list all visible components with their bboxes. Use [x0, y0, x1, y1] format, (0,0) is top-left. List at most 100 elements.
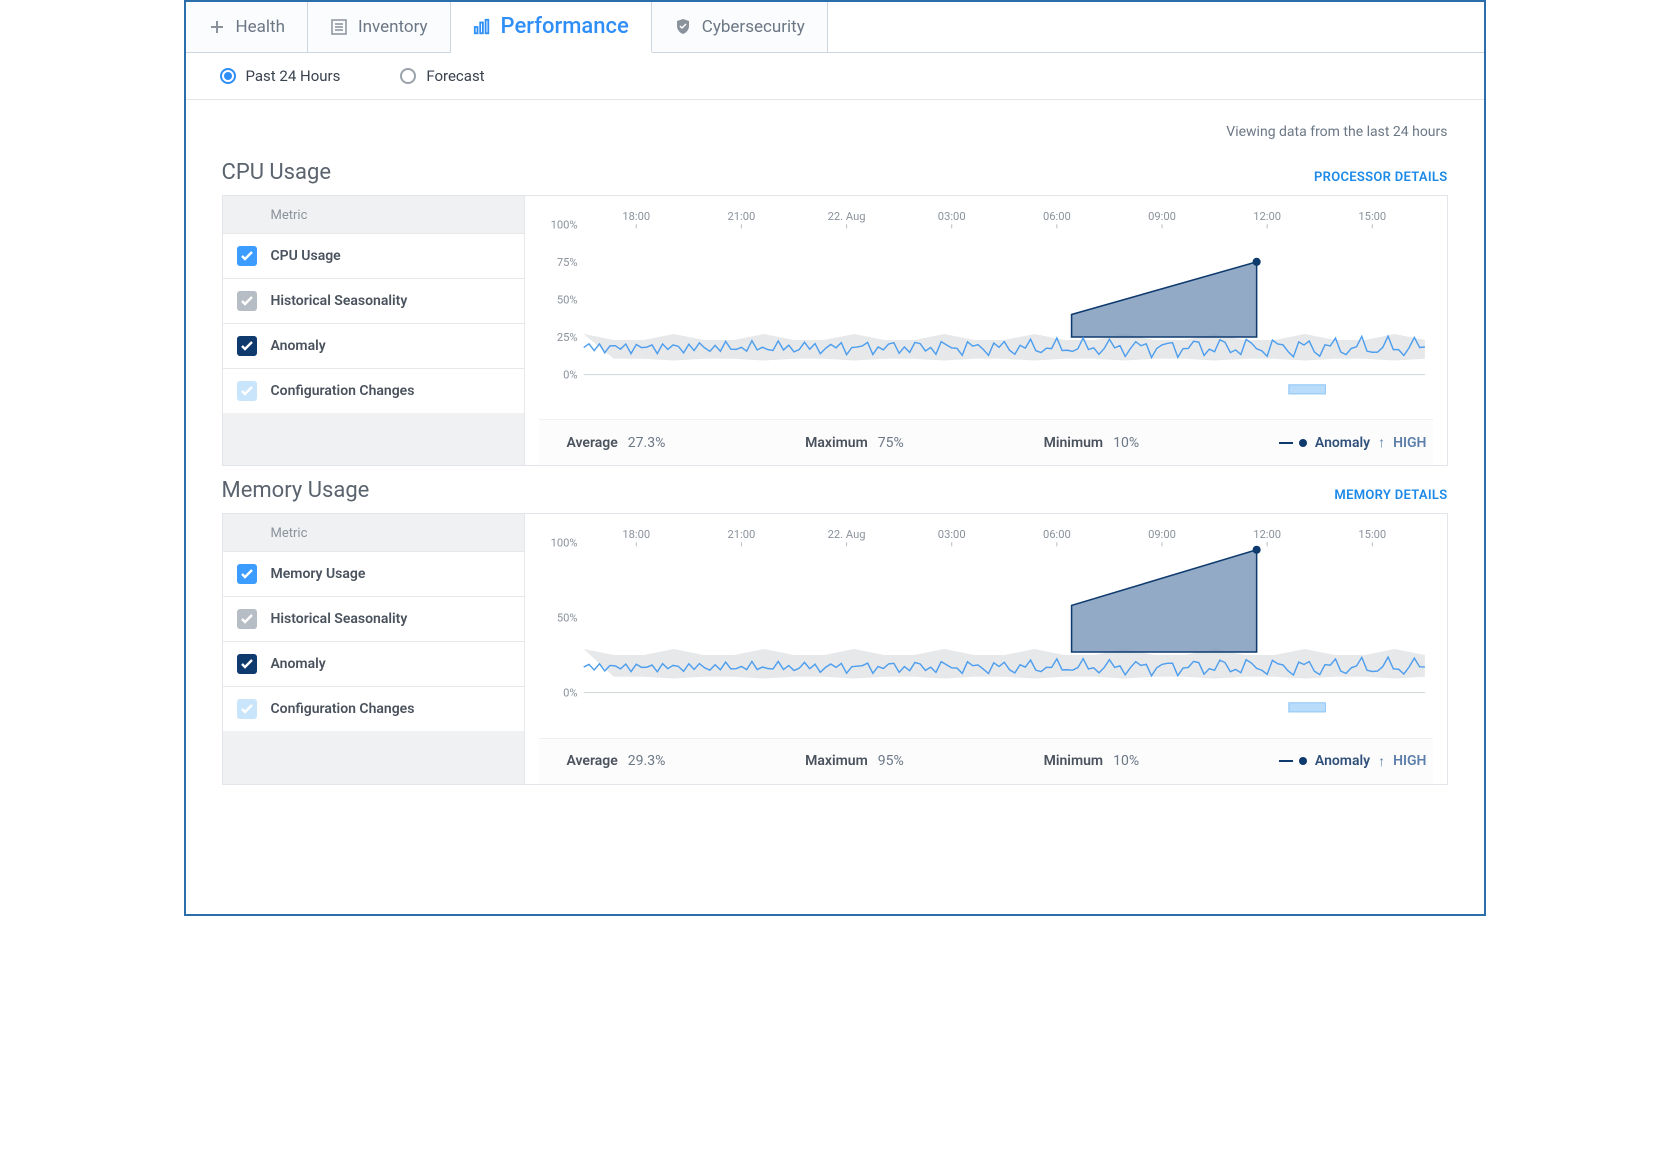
legend-label: CPU Usage	[271, 248, 341, 264]
svg-text:06:00: 06:00	[1042, 210, 1070, 223]
legend-label: Historical Seasonality	[271, 611, 408, 627]
svg-text:18:00: 18:00	[622, 210, 650, 223]
anomaly-dot-icon	[1299, 757, 1307, 765]
svg-text:15:00: 15:00	[1358, 210, 1386, 223]
legend-item-seasonality[interactable]: Historical Seasonality	[223, 279, 524, 324]
svg-text:09:00: 09:00	[1148, 210, 1176, 223]
processor-details-link[interactable]: PROCESSOR DETAILS	[1314, 170, 1447, 185]
legend-label: Configuration Changes	[271, 383, 415, 399]
checkbox-icon	[237, 381, 257, 401]
list-icon	[330, 18, 348, 36]
card-title: CPU Usage	[222, 160, 332, 185]
legend-item-config[interactable]: Configuration Changes	[223, 687, 524, 731]
legend-item-anomaly[interactable]: Anomaly	[223, 642, 524, 687]
legend-item-memory-usage[interactable]: Memory Usage	[223, 552, 524, 597]
svg-text:21:00: 21:00	[727, 210, 755, 223]
arrow-up-icon: ↑	[1378, 434, 1385, 451]
viewing-info: Viewing data from the last 24 hours	[186, 100, 1484, 148]
svg-text:0%: 0%	[563, 369, 577, 382]
card-title: Memory Usage	[222, 478, 370, 503]
tab-inventory[interactable]: Inventory	[308, 2, 451, 52]
stat-minimum: Minimum10%	[1044, 434, 1139, 451]
tab-label: Cybersecurity	[702, 17, 805, 37]
card-header-memory: Memory Usage MEMORY DETAILS	[222, 478, 1448, 503]
svg-text:0%: 0%	[563, 687, 577, 700]
svg-text:18:00: 18:00	[622, 529, 650, 542]
stat-maximum: Maximum95%	[805, 753, 904, 770]
legend-header: Metric	[223, 514, 524, 552]
tab-label: Performance	[501, 14, 629, 39]
svg-text:12:00: 12:00	[1253, 210, 1281, 223]
stats-row-memory: Average29.3% Maximum95% Minimum10% Anoma…	[539, 738, 1433, 784]
checkbox-icon	[237, 246, 257, 266]
card-body-cpu: Metric CPU Usage Historical Seasonality …	[222, 195, 1448, 466]
legend-item-config[interactable]: Configuration Changes	[223, 369, 524, 413]
chart-svg[interactable]: 18:0021:0022. Aug03:0006:0009:0012:0015:…	[539, 206, 1433, 419]
legend-label: Historical Seasonality	[271, 293, 408, 309]
legend-memory: Metric Memory Usage Historical Seasonali…	[223, 514, 525, 783]
checkbox-icon	[237, 291, 257, 311]
svg-text:100%: 100%	[550, 218, 577, 231]
anomaly-line-icon	[1279, 442, 1293, 444]
radio-icon	[400, 68, 416, 84]
legend-label: Anomaly	[271, 656, 326, 672]
tab-cybersecurity[interactable]: Cybersecurity	[652, 2, 828, 52]
plus-icon	[208, 18, 226, 36]
time-range-selector: Past 24 Hours Forecast	[186, 53, 1484, 100]
radio-label: Past 24 Hours	[246, 67, 341, 85]
chart-memory: 18:00 21:00 22. Aug 03:00 06:00 09:00 12:00 15:…	[525, 514, 1447, 783]
stat-minimum: Minimum10%	[1044, 753, 1139, 770]
checkbox-icon	[237, 609, 257, 629]
checkbox-icon	[237, 336, 257, 356]
svg-text:21:00: 21:00	[727, 529, 755, 542]
bars-icon	[473, 18, 491, 36]
legend-item-cpu-usage[interactable]: CPU Usage	[223, 234, 524, 279]
svg-text:03:00: 03:00	[937, 529, 965, 542]
svg-text:100%: 100%	[550, 537, 577, 550]
svg-text:50%: 50%	[556, 612, 577, 625]
legend-label: Configuration Changes	[271, 701, 415, 717]
radio-label: Forecast	[426, 67, 484, 85]
svg-text:50%: 50%	[556, 294, 577, 307]
radio-icon	[220, 68, 236, 84]
legend-item-anomaly[interactable]: Anomaly	[223, 324, 524, 369]
app-frame: Health Inventory Performance Cybersecuri…	[184, 0, 1486, 916]
anomaly-dot-icon	[1299, 439, 1307, 447]
svg-text:03:00: 03:00	[937, 210, 965, 223]
checkbox-icon	[237, 699, 257, 719]
radio-forecast[interactable]: Forecast	[400, 67, 484, 85]
stat-maximum: Maximum75%	[805, 434, 904, 451]
chart-cpu: 18:0021:0022. Aug03:0006:0009:0012:0015:…	[525, 196, 1447, 465]
svg-text:06:00: 06:00	[1042, 529, 1070, 542]
anomaly-line-icon	[1279, 760, 1293, 762]
legend-label: Anomaly	[271, 338, 326, 354]
main-tabs: Health Inventory Performance Cybersecuri…	[186, 2, 1484, 53]
legend-header: Metric	[223, 196, 524, 234]
memory-details-link[interactable]: MEMORY DETAILS	[1334, 488, 1447, 503]
stat-average: Average27.3%	[567, 434, 666, 451]
svg-text:12:00: 12:00	[1253, 529, 1281, 542]
cards-container: CPU Usage PROCESSOR DETAILS Metric CPU U…	[186, 148, 1484, 914]
checkbox-icon	[237, 654, 257, 674]
svg-text:75%: 75%	[556, 256, 577, 269]
tab-label: Health	[236, 17, 285, 37]
svg-text:25%: 25%	[556, 331, 577, 344]
legend-label: Memory Usage	[271, 566, 366, 582]
stats-row-cpu: Average27.3% Maximum75% Minimum10% Anoma…	[539, 419, 1433, 465]
checkbox-icon	[237, 564, 257, 584]
tab-performance[interactable]: Performance	[451, 2, 652, 53]
radio-past-24h[interactable]: Past 24 Hours	[220, 67, 341, 85]
stat-anomaly: Anomaly ↑ HIGH	[1279, 434, 1427, 451]
legend-cpu: Metric CPU Usage Historical Seasonality …	[223, 196, 525, 465]
svg-text:22. Aug: 22. Aug	[827, 529, 865, 542]
legend-item-seasonality[interactable]: Historical Seasonality	[223, 597, 524, 642]
svg-text:09:00: 09:00	[1148, 529, 1176, 542]
stat-anomaly: Anomaly ↑ HIGH	[1279, 753, 1427, 770]
card-body-memory: Metric Memory Usage Historical Seasonali…	[222, 513, 1448, 784]
card-header-cpu: CPU Usage PROCESSOR DETAILS	[222, 160, 1448, 185]
tab-health[interactable]: Health	[186, 2, 308, 52]
arrow-up-icon: ↑	[1378, 753, 1385, 770]
stat-average: Average29.3%	[567, 753, 666, 770]
chart-svg[interactable]: 18:00 21:00 22. Aug 03:00 06:00 09:00 12:00 15:…	[539, 524, 1433, 737]
svg-text:15:00: 15:00	[1358, 529, 1386, 542]
